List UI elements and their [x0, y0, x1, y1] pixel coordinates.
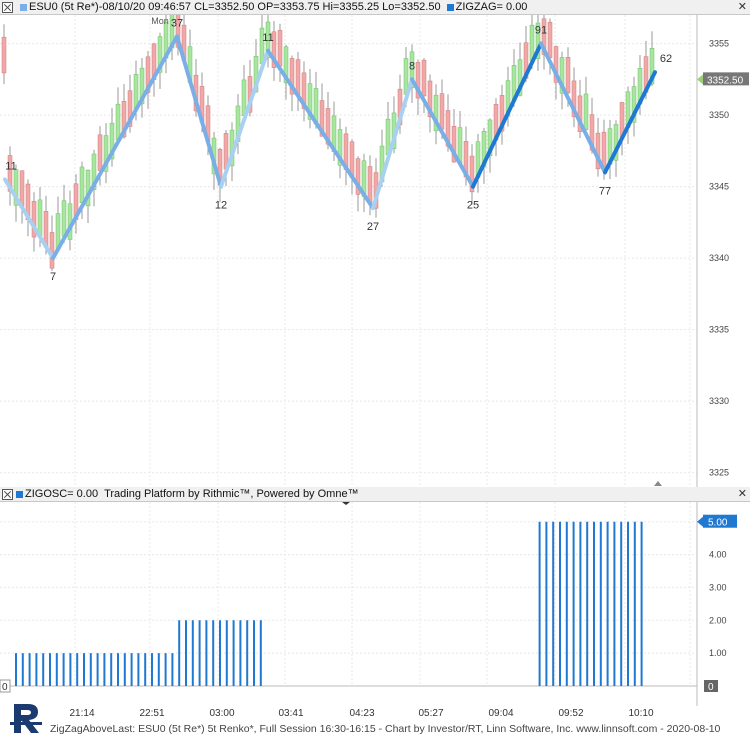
- pivot-label: 77: [599, 185, 611, 197]
- candle-body: [547, 21, 553, 59]
- symbol-color-icon: [20, 3, 27, 11]
- pivot-label: 12: [215, 200, 227, 212]
- time-tick-label: 09:04: [488, 708, 514, 719]
- pivot-label: 37: [171, 17, 183, 29]
- price-tick-label: 3340: [709, 253, 729, 263]
- pivot-label: 62: [660, 53, 672, 65]
- zigzag-color-icon: [446, 3, 454, 11]
- candle-body: [565, 57, 571, 94]
- zigosc-color-icon: [16, 490, 23, 498]
- pivot-label: 25: [467, 200, 479, 212]
- candle-body: [79, 166, 85, 203]
- price-tick-label: 3325: [709, 468, 729, 478]
- rithmic-logo-icon: [10, 704, 42, 733]
- zigosc-value: ZIGOSC= 0.00: [25, 488, 99, 500]
- pivot-label: 11: [5, 160, 16, 172]
- main-chart-header: ESU0 (5t Re*)-08/10/20 09:46:57 CL=3352.…: [0, 0, 750, 15]
- pane-divider-icon: [342, 502, 350, 505]
- price-tick-label: 3350: [709, 110, 729, 120]
- time-axis: 21:14 22:51 03:00 03:41 04:23 05:27 09:04 09:52…: [0, 706, 750, 720]
- last-price-label: 3352.50: [707, 75, 744, 86]
- zigzag-segment: [51, 34, 179, 261]
- close-icon[interactable]: ✕: [738, 0, 747, 13]
- candle-body: [601, 131, 607, 169]
- osc-current-arrow-icon: [697, 516, 703, 527]
- pivot-label: 11: [262, 32, 273, 44]
- platform-info: Trading Platform by Rithmic™, Powered by…: [104, 488, 359, 500]
- zigzag-value: ZIGZAG= 0.00: [455, 1, 528, 13]
- time-tick-label: 04:23: [349, 708, 375, 719]
- zigzag-segment: [603, 70, 657, 175]
- candle-body: [49, 232, 55, 269]
- pivot-label: 91: [535, 25, 547, 37]
- close-osc-icon[interactable]: ✕: [738, 487, 747, 500]
- day-marker-label: Mon: [151, 16, 169, 26]
- time-tick-label: 10:10: [628, 708, 654, 719]
- zigzag-segment: [471, 41, 543, 189]
- osc-tick-label: 2.00: [709, 615, 727, 625]
- osc-tick-label: 4.00: [709, 550, 727, 560]
- last-price-arrow-icon: [697, 74, 703, 85]
- candle-body: [421, 59, 427, 97]
- osc-header: ZIGOSC= 0.00 Trading Platform by Rithmic…: [0, 487, 750, 502]
- candle-body: [115, 103, 121, 141]
- close-pane-icon[interactable]: [2, 1, 13, 13]
- zigzag-segment: [266, 48, 375, 211]
- candle-body: [97, 134, 103, 171]
- zigzag-segment: [175, 34, 223, 189]
- osc-tick-label: 1.00: [709, 648, 727, 658]
- time-tick-label: 09:52: [558, 708, 584, 719]
- candle-body: [37, 199, 43, 236]
- zigzag-segment: [539, 41, 607, 175]
- zigzag-segment: [371, 77, 414, 211]
- footer-caption: ZigZagAboveLast: ESU0 (5t Re*) 5t Renko*…: [50, 723, 721, 735]
- candle-body: [367, 166, 373, 203]
- time-tick-label: 03:00: [209, 708, 235, 719]
- candle-body: [1, 36, 7, 74]
- scroll-marker-icon: [654, 481, 662, 486]
- price-tick-label: 3355: [709, 39, 729, 49]
- pivot-label: 8: [409, 60, 415, 72]
- pivot-label: 7: [50, 271, 56, 283]
- time-tick-label: 22:51: [139, 708, 165, 719]
- osc-tick-label: 3.00: [709, 582, 727, 592]
- time-tick-label: 03:41: [278, 708, 304, 719]
- time-tick-label: 21:14: [69, 708, 95, 719]
- time-tick-label: 05:27: [418, 708, 444, 719]
- candle-body: [61, 200, 67, 237]
- osc-zero-label: 0: [708, 682, 714, 693]
- price-tick-label: 3330: [709, 396, 729, 406]
- candle-body: [439, 93, 445, 130]
- osc-left-zero-label: 0: [2, 682, 8, 693]
- oscillator-chart[interactable]: 5.00 4.00 3.00 2.00 1.00 0 0: [0, 502, 750, 706]
- osc-current-label: 5.00: [708, 518, 728, 529]
- price-tick-label: 3335: [709, 325, 729, 335]
- candle-body: [277, 30, 283, 67]
- candle-body: [19, 170, 25, 207]
- price-tick-label: 3345: [709, 182, 729, 192]
- close-osc-pane-icon[interactable]: [2, 488, 13, 500]
- symbol-info: ESU0 (5t Re*)-08/10/20 09:46:57 CL=3352.…: [29, 1, 441, 13]
- pivot-label: 27: [367, 221, 379, 233]
- price-chart[interactable]: 3355 3350 3345 3340 3335 3330 3325 11 7 37 12 11 27 8…: [0, 15, 750, 487]
- candle-body: [583, 93, 589, 130]
